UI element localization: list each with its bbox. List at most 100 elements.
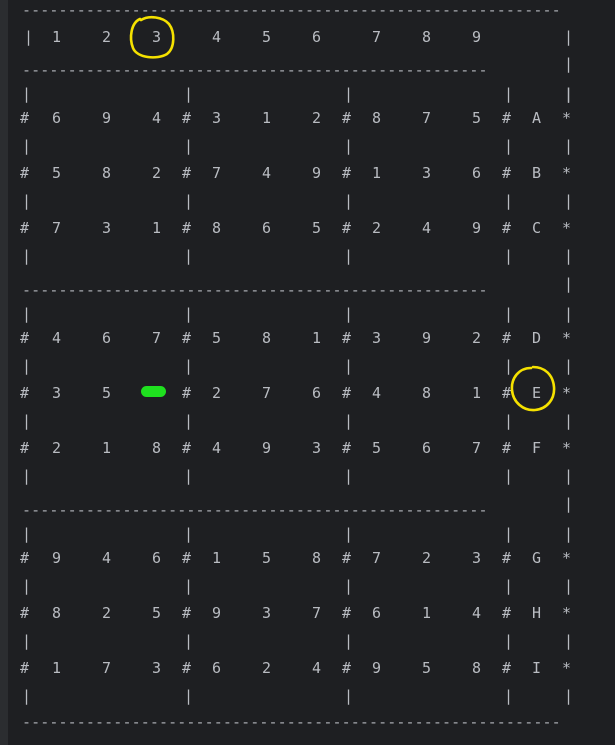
box-separator-pipe: | bbox=[504, 467, 514, 485]
box-separator-pipe: | bbox=[344, 687, 354, 705]
box-separator-line: ----------------------------------------… bbox=[22, 501, 488, 519]
cell-d2: 6 bbox=[102, 329, 112, 347]
cell-f1: 2 bbox=[52, 439, 62, 457]
box-edge-hash: # bbox=[182, 439, 192, 457]
cell-i5: 2 bbox=[262, 659, 272, 677]
box-separator-line: ----------------------------------------… bbox=[22, 61, 488, 79]
box-separator-pipe: | bbox=[22, 247, 32, 265]
box-separator-pipe: | bbox=[184, 687, 194, 705]
box-separator-pipe: | bbox=[344, 632, 354, 650]
box-separator-pipe: | bbox=[184, 525, 194, 543]
cell-g8: 2 bbox=[422, 549, 432, 567]
column-3-highlight-circle bbox=[129, 15, 175, 59]
cell-d1: 4 bbox=[52, 329, 62, 347]
cell-g2: 4 bbox=[102, 549, 112, 567]
cell-e1: 3 bbox=[52, 384, 62, 402]
cell-h8: 1 bbox=[422, 604, 432, 622]
row-end-star: * bbox=[562, 219, 572, 237]
column-label-7: 7 bbox=[372, 28, 382, 46]
row-label-c: C bbox=[532, 219, 542, 237]
column-label-1: 1 bbox=[52, 28, 62, 46]
cell-a2: 9 bbox=[102, 109, 112, 127]
cell-f8: 6 bbox=[422, 439, 432, 457]
box-edge-hash: # bbox=[182, 604, 192, 622]
cell-d3: 7 bbox=[152, 329, 162, 347]
row-end-star: * bbox=[562, 384, 572, 402]
box-separator-pipe: | bbox=[344, 305, 354, 323]
box-separator-pipe: | bbox=[344, 137, 354, 155]
row-end-star: * bbox=[562, 604, 572, 622]
box-edge-hash: # bbox=[20, 164, 30, 182]
cell-c1: 7 bbox=[52, 219, 62, 237]
column-label-5: 5 bbox=[262, 28, 272, 46]
row-label-i: I bbox=[532, 659, 542, 677]
box-separator-pipe: | bbox=[22, 467, 32, 485]
box-separator-pipe: | bbox=[504, 687, 514, 705]
box-separator-pipe: | bbox=[184, 467, 194, 485]
box-edge-hash: # bbox=[342, 384, 352, 402]
cell-i1: 1 bbox=[52, 659, 62, 677]
box-separator-pipe: | bbox=[22, 192, 32, 210]
cell-f5: 9 bbox=[262, 439, 272, 457]
cell-d7: 3 bbox=[372, 329, 382, 347]
right-border: | bbox=[564, 577, 574, 595]
box-separator-pipe: | bbox=[22, 412, 32, 430]
cell-d6: 1 bbox=[312, 329, 322, 347]
box-separator-pipe: | bbox=[184, 412, 194, 430]
cell-g7: 7 bbox=[372, 549, 382, 567]
row-end-star: * bbox=[562, 164, 572, 182]
row-e-highlight-circle bbox=[510, 365, 556, 412]
box-edge-hash: # bbox=[502, 164, 512, 182]
box-separator-line: ----------------------------------------… bbox=[22, 281, 488, 299]
box-separator-pipe: | bbox=[184, 357, 194, 375]
row-label-f: F bbox=[532, 439, 542, 457]
cell-b2: 8 bbox=[102, 164, 112, 182]
box-edge-hash: # bbox=[20, 109, 30, 127]
header-right-border: | bbox=[564, 28, 574, 46]
cell-b5: 4 bbox=[262, 164, 272, 182]
cell-f9: 7 bbox=[472, 439, 482, 457]
box-edge-hash: # bbox=[20, 329, 30, 347]
right-border: | bbox=[564, 412, 574, 430]
cell-a1: 6 bbox=[52, 109, 62, 127]
cell-h3: 5 bbox=[152, 604, 162, 622]
cell-g5: 5 bbox=[262, 549, 272, 567]
box-edge-hash: # bbox=[342, 164, 352, 182]
row-end-star: * bbox=[562, 329, 572, 347]
box-separator-pipe: | bbox=[184, 632, 194, 650]
box-separator-pipe: | bbox=[344, 357, 354, 375]
cell-c7: 2 bbox=[372, 219, 382, 237]
box-separator-pipe: | bbox=[184, 305, 194, 323]
box-separator-pipe: | bbox=[184, 192, 194, 210]
cell-h4: 9 bbox=[212, 604, 222, 622]
cell-i8: 5 bbox=[422, 659, 432, 677]
cell-a4: 3 bbox=[212, 109, 222, 127]
cell-f4: 4 bbox=[212, 439, 222, 457]
box-edge-hash: # bbox=[342, 219, 352, 237]
box-separator-pipe: | bbox=[22, 525, 32, 543]
box-separator-pipe: | bbox=[22, 137, 32, 155]
box-edge-hash: # bbox=[502, 109, 512, 127]
cell-h9: 4 bbox=[472, 604, 482, 622]
box-separator-pipe: | bbox=[344, 525, 354, 543]
box-edge-hash: # bbox=[182, 549, 192, 567]
box-edge-hash: # bbox=[20, 659, 30, 677]
box-edge-hash: # bbox=[182, 329, 192, 347]
box-separator-pipe: | bbox=[344, 467, 354, 485]
box-separator-pipe: | bbox=[344, 577, 354, 595]
box-separator-pipe: | bbox=[22, 577, 32, 595]
box-separator-pipe: | bbox=[344, 85, 354, 103]
box-separator-pipe: | bbox=[504, 632, 514, 650]
terminal-gutter bbox=[0, 0, 8, 745]
box-separator-pipe: | bbox=[504, 305, 514, 323]
cell-a9: 5 bbox=[472, 109, 482, 127]
box-separator-pipe: | bbox=[504, 525, 514, 543]
header-left-border: | bbox=[24, 28, 34, 46]
box-separator-pipe: | bbox=[504, 85, 514, 103]
cell-c4: 8 bbox=[212, 219, 222, 237]
cell-i4: 6 bbox=[212, 659, 222, 677]
box-separator-pipe: | bbox=[344, 412, 354, 430]
cell-e7: 4 bbox=[372, 384, 382, 402]
cell-e2: 5 bbox=[102, 384, 112, 402]
box-separator-pipe: | bbox=[22, 357, 32, 375]
